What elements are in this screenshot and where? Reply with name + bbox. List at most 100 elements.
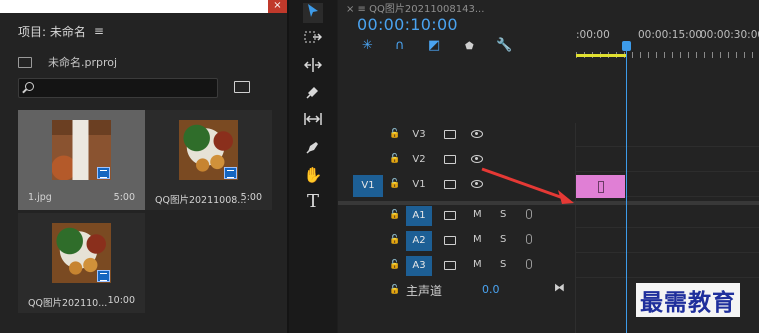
solo-button[interactable]: S: [500, 209, 506, 220]
mute-button[interactable]: M: [473, 209, 482, 220]
sequence-tab[interactable]: × ≡ QQ图片20211008143...: [346, 0, 484, 15]
lock-icon[interactable]: 🔓: [389, 285, 400, 295]
razor-tool-icon[interactable]: [303, 84, 323, 104]
track-name[interactable]: A2: [406, 231, 432, 251]
clip-duration: 10:00: [107, 295, 135, 306]
mic-icon[interactable]: [526, 259, 532, 269]
clip-name: 1.jpg: [28, 192, 52, 203]
search-field[interactable]: [18, 78, 218, 98]
mute-button[interactable]: M: [473, 259, 482, 270]
track-name[interactable]: V1: [406, 175, 432, 195]
film-icon[interactable]: [444, 130, 456, 139]
track-name[interactable]: A1: [406, 206, 432, 226]
source-patch[interactable]: [353, 150, 383, 172]
clip-thumbnail: [179, 120, 238, 180]
master-volume-value[interactable]: 0.0: [482, 283, 500, 296]
bin-grid: 1.jpg 5:00 QQ图片20211008... 5:00 QQ图片2021…: [18, 110, 274, 333]
lane-a1[interactable]: [576, 204, 759, 228]
ruler-label: 00:00:30:00: [700, 29, 759, 41]
ruler-label: :00:00: [576, 29, 610, 41]
ruler-label: 00:00:15:00: [638, 29, 703, 41]
master-end-icon[interactable]: ⧓: [554, 281, 565, 294]
time-ruler[interactable]: :00:00 00:00:15:00 00:00:30:00: [576, 14, 759, 58]
clip-duration: 5:00: [113, 192, 135, 203]
clip-item[interactable]: 1.jpg 5:00: [18, 110, 145, 210]
image-badge-icon: [97, 167, 110, 179]
sync-lock-icon[interactable]: [444, 211, 456, 220]
lane-a2[interactable]: [576, 229, 759, 253]
pen-tool-icon[interactable]: [303, 139, 323, 159]
lock-icon[interactable]: 🔓: [389, 260, 400, 270]
mic-icon[interactable]: [526, 234, 532, 244]
nest-icon[interactable]: ✳: [362, 38, 373, 53]
type-tool-icon[interactable]: T: [303, 192, 323, 212]
linked-selection-icon[interactable]: ◩: [428, 38, 440, 53]
close-icon[interactable]: ×: [268, 0, 287, 13]
track-header-a1: 🔓 A1 M S: [338, 204, 576, 228]
track-header-master: 🔓 主声道 0.0 ⧓: [338, 279, 576, 303]
source-patch[interactable]: [353, 125, 383, 147]
search-icon: [25, 82, 34, 91]
hand-tool-icon[interactable]: ✋: [303, 165, 323, 185]
hamburger-icon[interactable]: ≡: [94, 24, 104, 38]
watermark-logo: 最需教育: [636, 283, 740, 317]
tools-panel: ✋ T: [287, 0, 337, 333]
sync-lock-icon[interactable]: [444, 236, 456, 245]
project-panel: × 项目: 未命名 ≡ 未命名.prproj 1.jpg 5:00 QQ图片20…: [0, 0, 287, 333]
clip-name: QQ图片20211008...: [155, 195, 247, 206]
wrench-icon[interactable]: 🔧: [496, 38, 512, 53]
lock-icon[interactable]: 🔓: [389, 129, 400, 139]
clip-thumbnail: [52, 223, 111, 283]
work-area-bar[interactable]: [576, 54, 626, 57]
mute-button[interactable]: M: [473, 234, 482, 245]
search-input[interactable]: [39, 80, 214, 96]
playhead-line[interactable]: [626, 42, 627, 333]
lane-v2[interactable]: [576, 148, 759, 172]
top-strip: [0, 0, 268, 13]
clip-item[interactable]: QQ图片20211008... 5:00: [145, 110, 272, 210]
lock-icon[interactable]: 🔓: [389, 154, 400, 164]
master-label: 主声道: [406, 284, 443, 298]
track-select-tool-icon[interactable]: [303, 29, 323, 49]
track-headers: 🔓 V3 🔓 V2 V1 🔓 V1 🔓 A1 M S 🔓 A2 M S 🔓 A3…: [338, 123, 576, 333]
track-header-a2: 🔓 A2 M S: [338, 229, 576, 253]
snap-icon[interactable]: ∩: [395, 38, 405, 53]
film-icon[interactable]: [444, 155, 456, 164]
lock-icon[interactable]: 🔓: [389, 210, 400, 220]
clip-name: QQ图片202110...: [28, 298, 108, 309]
timecode-display[interactable]: 00:00:10:00: [357, 15, 458, 34]
selection-tool-icon[interactable]: [303, 3, 323, 23]
project-title[interactable]: 项目: 未命名: [18, 23, 86, 40]
project-file-row: 未命名.prproj: [18, 54, 117, 70]
lane-v3[interactable]: [576, 123, 759, 147]
new-bin-icon[interactable]: [234, 81, 250, 93]
solo-button[interactable]: S: [500, 234, 506, 245]
lane-a3[interactable]: [576, 254, 759, 278]
add-marker-icon[interactable]: ⬟: [465, 41, 474, 52]
image-badge-icon: [224, 167, 237, 179]
track-header-v3: 🔓 V3: [338, 123, 576, 147]
sync-lock-icon[interactable]: [444, 261, 456, 270]
track-header-a3: 🔓 A3 M S: [338, 254, 576, 278]
eye-icon[interactable]: [471, 155, 483, 163]
project-panel-header: 项目: 未命名 ≡: [18, 22, 104, 40]
track-name[interactable]: V2: [406, 150, 432, 170]
lock-icon[interactable]: 🔓: [389, 235, 400, 245]
solo-button[interactable]: S: [500, 259, 506, 270]
track-name[interactable]: A3: [406, 256, 432, 276]
lock-icon[interactable]: 🔓: [389, 179, 400, 189]
film-icon[interactable]: [444, 180, 456, 189]
sequence-badge-icon: [97, 270, 110, 282]
clip-thumbnail: [52, 120, 111, 180]
sequence-tab-label: QQ图片20211008143...: [369, 4, 485, 15]
clip-item[interactable]: QQ图片202110... 10:00: [18, 213, 145, 313]
ripple-edit-tool-icon[interactable]: [303, 57, 323, 77]
mic-icon[interactable]: [526, 209, 532, 219]
eye-icon[interactable]: [471, 130, 483, 138]
project-file-name: 未命名.prproj: [48, 56, 118, 69]
source-patch[interactable]: V1: [353, 175, 383, 197]
folder-icon: [18, 56, 32, 68]
annotation-arrow-icon: [481, 167, 574, 204]
track-name[interactable]: V3: [406, 125, 432, 145]
slip-tool-icon[interactable]: [303, 111, 323, 131]
